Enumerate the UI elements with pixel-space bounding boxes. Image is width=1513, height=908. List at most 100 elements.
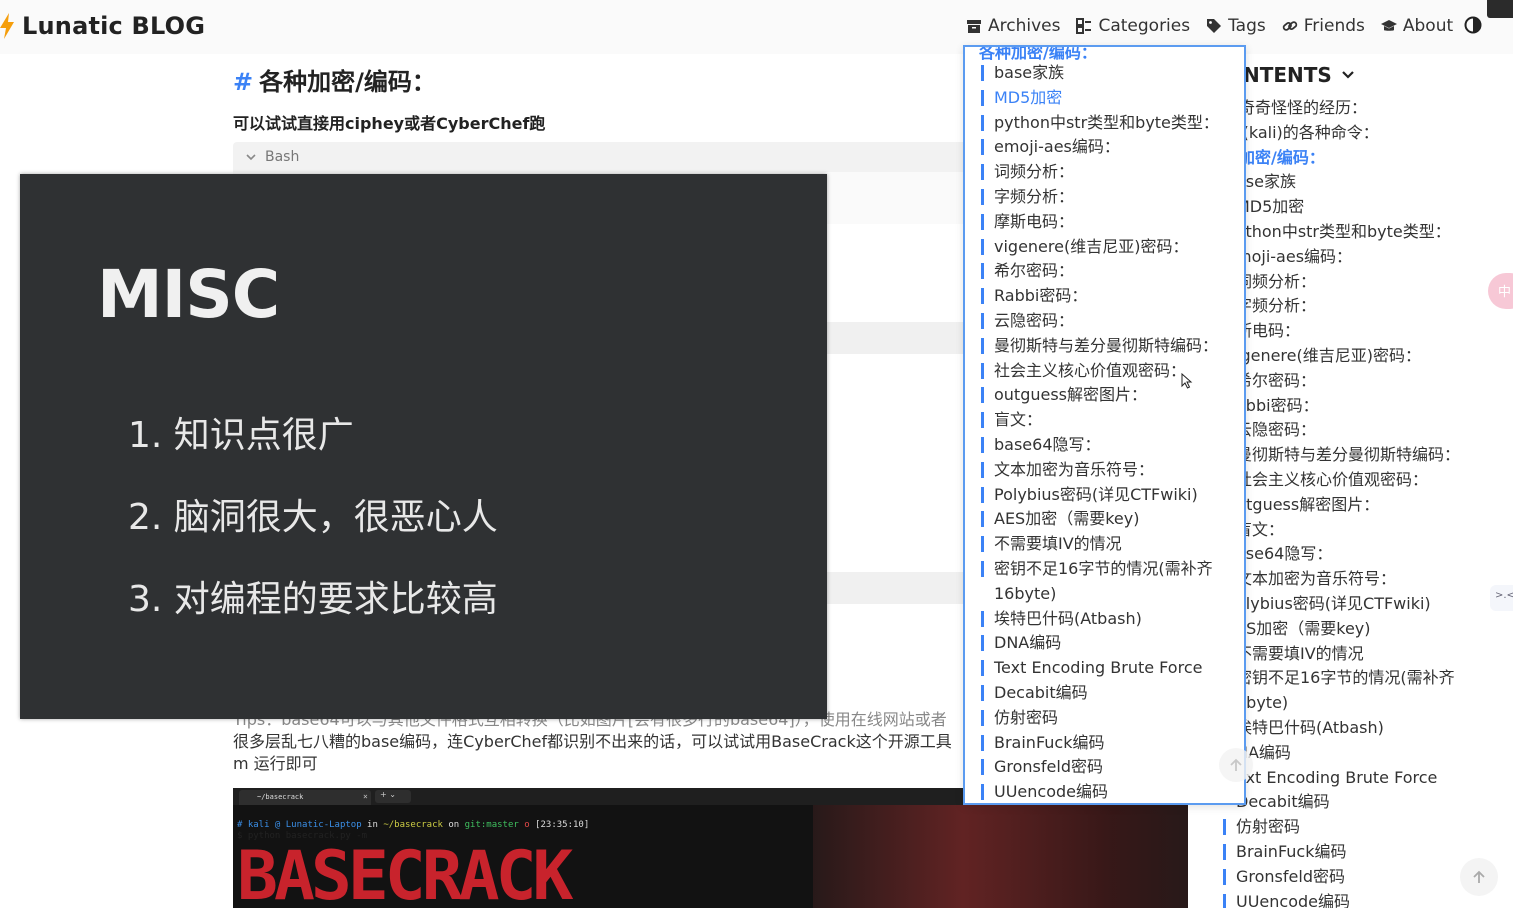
toc-popup-item[interactable]: 仿射密码: [981, 706, 1221, 731]
toc-item[interactable]: ase家族: [1223, 170, 1460, 195]
toc-item[interactable]: 文本加密为音乐符号：: [1223, 567, 1460, 592]
heading-anchor[interactable]: #: [233, 68, 253, 96]
toc-item[interactable]: 6byte): [1223, 691, 1460, 716]
toc-item[interactable]: ase64隐写：: [1223, 542, 1460, 567]
toc-item[interactable]: abbi密码：: [1223, 394, 1460, 419]
categories-icon: [1076, 18, 1092, 34]
toc-popup-item[interactable]: base64隐写：: [981, 433, 1221, 458]
toc-item[interactable]: 希尔密码：: [1223, 369, 1460, 394]
toc-popup-item[interactable]: DNA编码: [981, 631, 1221, 656]
top-navbar: Lunatic BLOG Archives Categories Tags Fr…: [0, 0, 1513, 54]
toc-popup-item[interactable]: 云隐密码：: [981, 309, 1221, 334]
toc-item[interactable]: igenere(维吉尼亚)密码：: [1223, 344, 1460, 369]
toc-popup-item[interactable]: 不需要填IV的情况: [981, 532, 1221, 557]
toc-item[interactable]: 仿射密码: [1223, 815, 1460, 840]
site-title[interactable]: Lunatic BLOG: [22, 12, 205, 40]
toc-popup-item[interactable]: Rabbi密码：: [981, 284, 1221, 309]
toc-item[interactable]: ux(kali)的各种命令：: [1223, 121, 1460, 146]
toc-popup-item[interactable]: 词频分析：: [981, 160, 1221, 185]
nav-tags[interactable]: Tags: [1206, 16, 1266, 36]
nav-about[interactable]: About: [1380, 16, 1453, 36]
tag-icon: [1207, 19, 1222, 33]
toc-popup-item[interactable]: 摩斯电码：: [981, 210, 1221, 235]
toc-item[interactable]: 埃特巴什码(Atbash): [1223, 716, 1460, 741]
toc-popup-item[interactable]: MD5加密: [981, 86, 1221, 111]
toc-popup-item[interactable]: Gronsfeld密码: [981, 755, 1221, 780]
close-icon: ×: [363, 792, 368, 801]
toc-popup-item[interactable]: Decabit编码: [981, 681, 1221, 706]
toc-popup-item[interactable]: 密钥不足16字节的情况(需补齐16byte): [981, 557, 1221, 607]
code-language-label: Bash: [265, 149, 300, 165]
toc-popup-item[interactable]: python中str类型和byte类型：: [981, 111, 1221, 136]
paragraph-line: 很多层乱七八糟的base编码，连CyberChef都识别不出来的话，可以试试用B…: [233, 732, 952, 751]
link-icon: [1282, 21, 1297, 31]
toc-item[interactable]: 斯电码：: [1223, 319, 1460, 344]
blurred-background: [813, 788, 1188, 908]
toc-popup-item[interactable]: base家族: [981, 61, 1221, 86]
prompt-text: in: [367, 820, 378, 830]
toc-popup-item[interactable]: AES加密（需要key): [981, 507, 1221, 532]
toc-popup-item[interactable]: 文本加密为音乐符号：: [981, 458, 1221, 483]
nav-friends-label: Friends: [1303, 16, 1365, 36]
toc-item[interactable]: moji-aes编码：: [1223, 245, 1460, 270]
toc-item[interactable]: NA编码: [1223, 741, 1460, 766]
prompt-time: [23:35:10]: [535, 820, 590, 830]
toc-item[interactable]: BrainFuck编码: [1223, 840, 1460, 865]
toc-popup-item[interactable]: 盲文：: [981, 408, 1221, 433]
toc-title[interactable]: NTENTS: [1243, 63, 1356, 87]
window-thumbnail[interactable]: [1487, 0, 1513, 18]
emoji-widget-button[interactable]: >.<: [1490, 585, 1513, 611]
toc-item[interactable]: 密钥不足16字节的情况(需补齐: [1223, 666, 1460, 691]
nav-friends[interactable]: Friends: [1282, 16, 1365, 36]
toc-popup-item[interactable]: UUencode编码: [981, 780, 1221, 803]
slide-point: 3. 对编程的要求比较高: [128, 579, 498, 620]
nav-categories[interactable]: Categories: [1076, 16, 1190, 36]
toc-popup-item[interactable]: Text Encoding Brute Force: [981, 656, 1221, 681]
toc-popup-item[interactable]: emoji-aes编码：: [981, 135, 1221, 160]
toc-item[interactable]: Gronsfeld密码: [1223, 865, 1460, 890]
toc-item[interactable]: 曼彻斯特与差分曼彻斯特编码：: [1223, 443, 1460, 468]
toc-item[interactable]: 盲文：: [1223, 518, 1460, 543]
toc-item[interactable]: 不需要填IV的情况: [1223, 642, 1460, 667]
graduation-cap-icon: [1380, 20, 1397, 31]
toc-item[interactable]: 字频分析：: [1223, 294, 1460, 319]
chevron-down-icon[interactable]: [245, 151, 257, 163]
toc-item[interactable]: 词频分析：: [1223, 270, 1460, 295]
new-tab-button: + ⌄: [375, 790, 411, 803]
toc-item[interactable]: ython中str类型和byte类型：: [1223, 220, 1460, 245]
nav-tags-label: Tags: [1228, 16, 1266, 36]
toc-item[interactable]: 云隐密码：: [1223, 418, 1460, 443]
toc-popup-item[interactable]: vigenere(维吉尼亚)密码：: [981, 235, 1221, 260]
toc-popup-item[interactable]: 埃特巴什码(Atbash): [981, 607, 1221, 632]
toc-item[interactable]: 些奇奇怪怪的经历：: [1223, 96, 1460, 121]
slide-point: 2. 脑洞很大，很恶心人: [128, 497, 498, 538]
toc-list: 些奇奇怪怪的经历： ux(kali)的各种命令： 种加密/编码： ase家族 MD5加密…: [1223, 96, 1460, 908]
toc-item[interactable]: Decabit编码: [1223, 790, 1460, 815]
chevron-down-icon[interactable]: [1340, 67, 1356, 83]
theme-toggle-icon[interactable]: [1464, 16, 1482, 34]
paragraph-line: m 运行即可: [233, 754, 318, 773]
section-heading-text: 各种加密/编码：: [259, 68, 436, 96]
back-to-top-button[interactable]: [1460, 858, 1498, 896]
toc-item[interactable]: olybius密码(详见CTFwiki): [1223, 592, 1460, 617]
toc-item[interactable]: 种加密/编码：: [1223, 146, 1460, 171]
brand[interactable]: Lunatic BLOG: [0, 8, 205, 44]
toc-popup-item[interactable]: 曼彻斯特与差分曼彻斯特编码：: [981, 334, 1221, 359]
toc-popup-item[interactable]: BrainFuck编码: [981, 731, 1221, 756]
scroll-to-top-button[interactable]: [1219, 748, 1253, 782]
toc-popup-item[interactable]: 希尔密码：: [981, 259, 1221, 284]
section-subtitle: 可以试试直接用ciphey或者CyberChef跑: [233, 114, 546, 133]
nav-archives[interactable]: Archives: [966, 16, 1060, 36]
toc-item[interactable]: ES加密（需要key): [1223, 617, 1460, 642]
prompt-text: on: [448, 820, 460, 830]
toc-item[interactable]: 社会主义核心价值观密码：: [1223, 468, 1460, 493]
toc-item[interactable]: MD5加密: [1223, 195, 1460, 220]
terminal-tab: ~/basecrack ×: [239, 790, 371, 805]
nav-categories-label: Categories: [1098, 16, 1191, 36]
toc-item[interactable]: ext Encoding Brute Force: [1223, 766, 1460, 791]
toc-popup-item[interactable]: Polybius密码(详见CTFwiki): [981, 483, 1221, 508]
toc-popup-item[interactable]: 字频分析：: [981, 185, 1221, 210]
toc-item[interactable]: utguess解密图片：: [1223, 493, 1460, 518]
toc-item[interactable]: UUencode编码: [1223, 890, 1460, 908]
code-block-header[interactable]: Bash: [233, 142, 968, 172]
